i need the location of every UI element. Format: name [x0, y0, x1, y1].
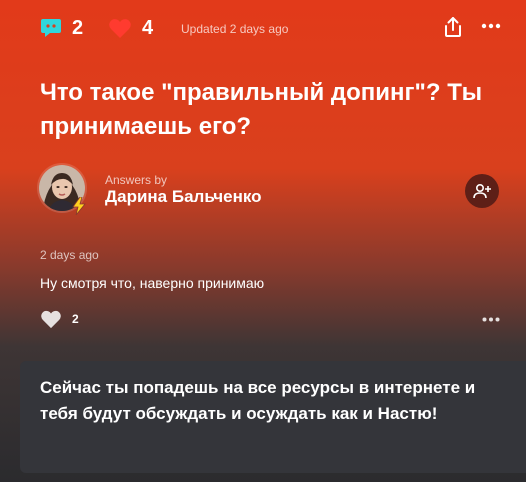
heart-icon — [108, 17, 132, 39]
answer-more-button[interactable] — [480, 312, 502, 326]
comments-count: 2 — [72, 17, 84, 39]
follow-button[interactable] — [465, 174, 499, 208]
more-dots-icon — [482, 317, 500, 321]
share-icon — [445, 17, 461, 37]
author-name[interactable]: Дарина Бальченко — [105, 187, 262, 207]
top-bar: 2 4 Updated 2 days ago — [0, 0, 526, 56]
answer-like-count: 2 — [72, 312, 79, 326]
updated-time: Updated 2 days ago — [181, 22, 289, 36]
lightning-icon — [72, 197, 86, 215]
answer-text: Ну смотря что, наверно принимаю — [40, 275, 265, 291]
author-avatar[interactable] — [37, 163, 87, 215]
share-button[interactable] — [441, 14, 465, 40]
promo-card: Сейчас ты попадешь на все ресурсы в инте… — [20, 361, 526, 473]
answer-like-button[interactable]: 2 — [40, 309, 79, 329]
answers-by-label: Answers by — [105, 173, 168, 187]
add-person-icon — [473, 183, 491, 199]
heart-icon — [41, 310, 61, 329]
likes-stat[interactable]: 4 — [108, 16, 153, 40]
comments-stat[interactable]: 2 — [40, 16, 83, 40]
promo-text: Сейчас ты попадешь на все ресурсы в инте… — [40, 378, 476, 423]
more-options-button[interactable] — [479, 18, 503, 34]
more-dots-icon — [481, 23, 501, 29]
answer-time: 2 days ago — [40, 248, 99, 262]
chat-bubble-icon — [40, 17, 62, 39]
question-title: Что такое "правильный допинг"? Ты приним… — [40, 79, 483, 140]
likes-count: 4 — [142, 17, 154, 39]
